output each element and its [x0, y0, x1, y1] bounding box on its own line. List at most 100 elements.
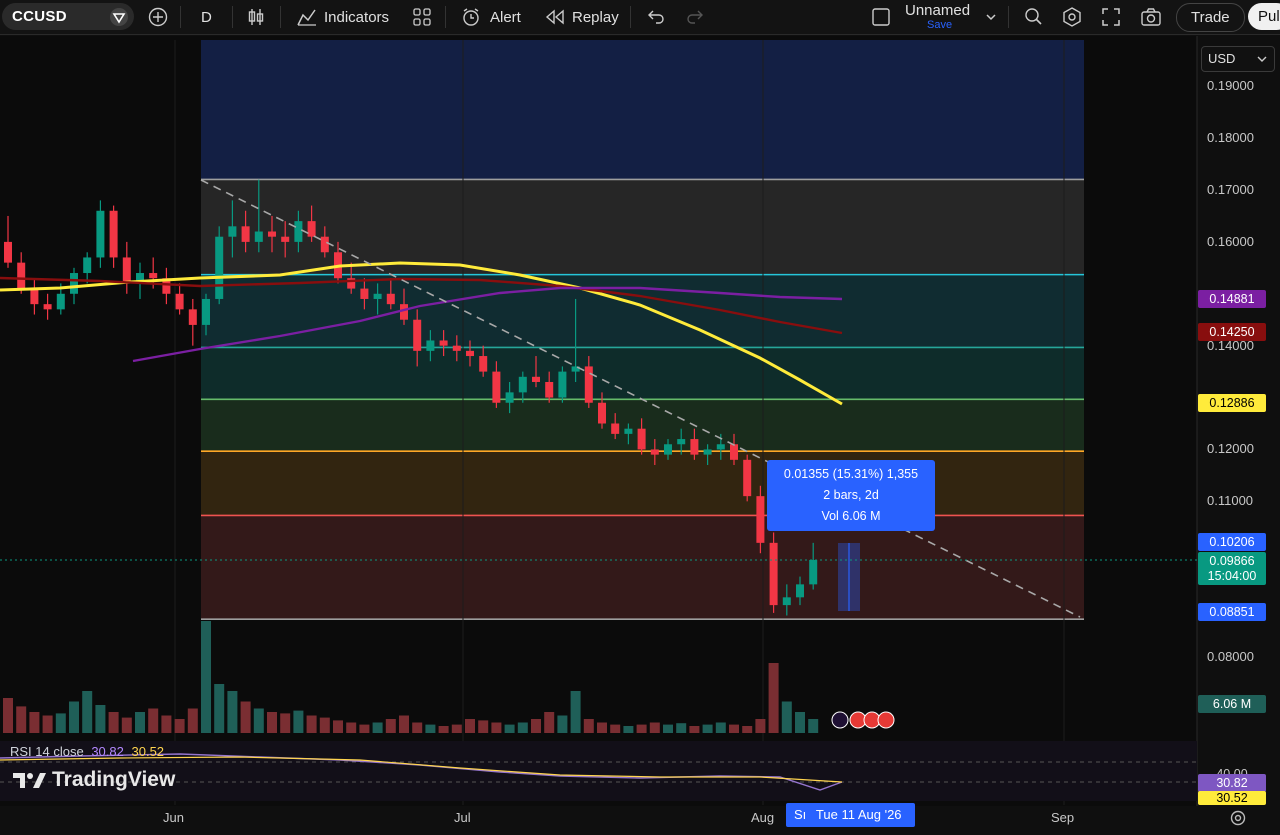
candle-body: [215, 236, 224, 299]
currency-select[interactable]: USD: [1201, 46, 1275, 72]
candle-body: [56, 293, 65, 310]
volume-bar: [346, 722, 357, 733]
volume-bar: [570, 691, 581, 733]
alarm-clock-icon: [463, 8, 479, 26]
candle-body: [188, 309, 197, 325]
layout-name[interactable]: Unnamed Save: [905, 2, 975, 31]
measure-bars: 2 bars, 2d: [823, 488, 879, 502]
candle-body: [598, 402, 606, 424]
volume-bar: [267, 712, 277, 733]
symbol-search[interactable]: CCUSD: [2, 3, 134, 30]
top-toolbar: CCUSD D Indicators Alert Replay Unnamed …: [0, 0, 1280, 35]
layouts-icon[interactable]: [412, 7, 432, 27]
add-symbol-icon[interactable]: [148, 7, 168, 27]
candle-body: [4, 241, 12, 263]
chart-canvas[interactable]: [0, 36, 1280, 806]
rsi-name: RSI 14 close: [10, 744, 84, 759]
price-badge-high: 0.10206: [1198, 533, 1266, 551]
replay-label: Replay: [572, 8, 619, 26]
volume-bar: [795, 712, 805, 733]
volume-bar: [451, 724, 462, 733]
save-link[interactable]: Save: [927, 19, 952, 31]
candle-body: [360, 288, 369, 299]
price-tick: 0.11000: [1207, 493, 1254, 509]
fib-band: [201, 347, 1084, 400]
candle-body: [545, 381, 554, 398]
candle-body: [202, 298, 210, 325]
volume-bar: [531, 719, 541, 733]
volume-bar: [781, 701, 792, 733]
candle-body: [782, 597, 791, 606]
candle-body: [532, 376, 540, 382]
rsi-pane-bg: [0, 741, 1197, 801]
volume-bar: [517, 722, 528, 733]
replay-button[interactable]: Replay: [544, 0, 619, 34]
candle-body: [492, 371, 501, 403]
undo-icon[interactable]: [646, 8, 666, 26]
volume-bar: [478, 720, 489, 733]
candle-body: [109, 210, 118, 258]
redo-icon[interactable]: [685, 8, 705, 26]
indicators-button[interactable]: Indicators: [296, 0, 389, 34]
fullscreen-icon[interactable]: [1101, 7, 1121, 27]
rsi-ma-value: 30.52: [131, 744, 165, 759]
candle-body: [611, 423, 620, 434]
alert-label: Alert: [490, 8, 521, 26]
search-zoom-icon[interactable]: [1022, 6, 1044, 28]
crosshair-date: Tue 11 Aug '26: [815, 807, 902, 822]
price-badge-low: 0.08851: [1198, 603, 1266, 621]
fib-band: [201, 179, 1084, 275]
volume-bar: [385, 719, 396, 733]
candle-body: [426, 340, 435, 351]
volume-bar: [649, 722, 660, 733]
settings-icon[interactable]: [1229, 809, 1247, 827]
volume-bar: [214, 684, 225, 733]
candle-body: [307, 221, 316, 237]
price-tick: 0.12000: [1207, 441, 1254, 457]
publish-button[interactable]: Pul: [1248, 3, 1280, 30]
volume-bar: [610, 724, 621, 733]
volume-bar: [55, 713, 66, 733]
indicators-label: Indicators: [324, 8, 390, 26]
currency-value: USD: [1208, 51, 1236, 66]
rsi-legend[interactable]: RSI 14 close 30.82 30.52: [10, 744, 164, 759]
tradingview-wordmark: TradingView: [52, 768, 176, 791]
favorite-icon[interactable]: [108, 7, 130, 27]
volume-bar: [253, 708, 264, 733]
price-badge-rsi: 30.82: [1198, 774, 1266, 792]
volume-bar: [240, 701, 251, 733]
volume-bar: [438, 726, 449, 733]
volume-bar: [689, 726, 700, 733]
trade-button[interactable]: Trade: [1176, 3, 1245, 32]
volume-bar: [676, 723, 687, 733]
layout-square-icon[interactable]: [871, 7, 891, 27]
volume-bar: [663, 724, 673, 733]
interval-button[interactable]: D: [201, 0, 212, 34]
settings-gear-icon[interactable]: [1061, 6, 1083, 28]
indicators-icon: [297, 9, 316, 26]
candle-body: [413, 319, 422, 351]
candle-body: [637, 428, 646, 450]
lightning-event-icon: [831, 711, 849, 729]
volume-bar: [702, 724, 713, 733]
candle-body: [228, 226, 237, 237]
volume-bar: [425, 724, 436, 733]
time-axis[interactable]: [0, 806, 1197, 835]
candle-body: [518, 376, 527, 393]
candle-body: [624, 428, 633, 434]
candle-body: [452, 345, 461, 351]
candle-body: [268, 231, 276, 237]
volume-bar: [95, 705, 106, 733]
candles-icon[interactable]: [246, 7, 266, 27]
price-badge-countdown: 15:04:00: [1198, 567, 1266, 585]
rsi-value: 30.82: [91, 744, 124, 759]
volume-bar: [29, 712, 40, 733]
crosshair-date-prefix: Sı: [794, 807, 807, 822]
candle-body: [294, 221, 303, 242]
chevron-down-icon[interactable]: [984, 10, 998, 24]
volume-bar: [583, 719, 594, 733]
candle-body: [809, 559, 818, 585]
alert-button[interactable]: Alert: [460, 0, 521, 34]
camera-icon[interactable]: [1140, 7, 1162, 27]
volume-bar: [491, 722, 502, 733]
